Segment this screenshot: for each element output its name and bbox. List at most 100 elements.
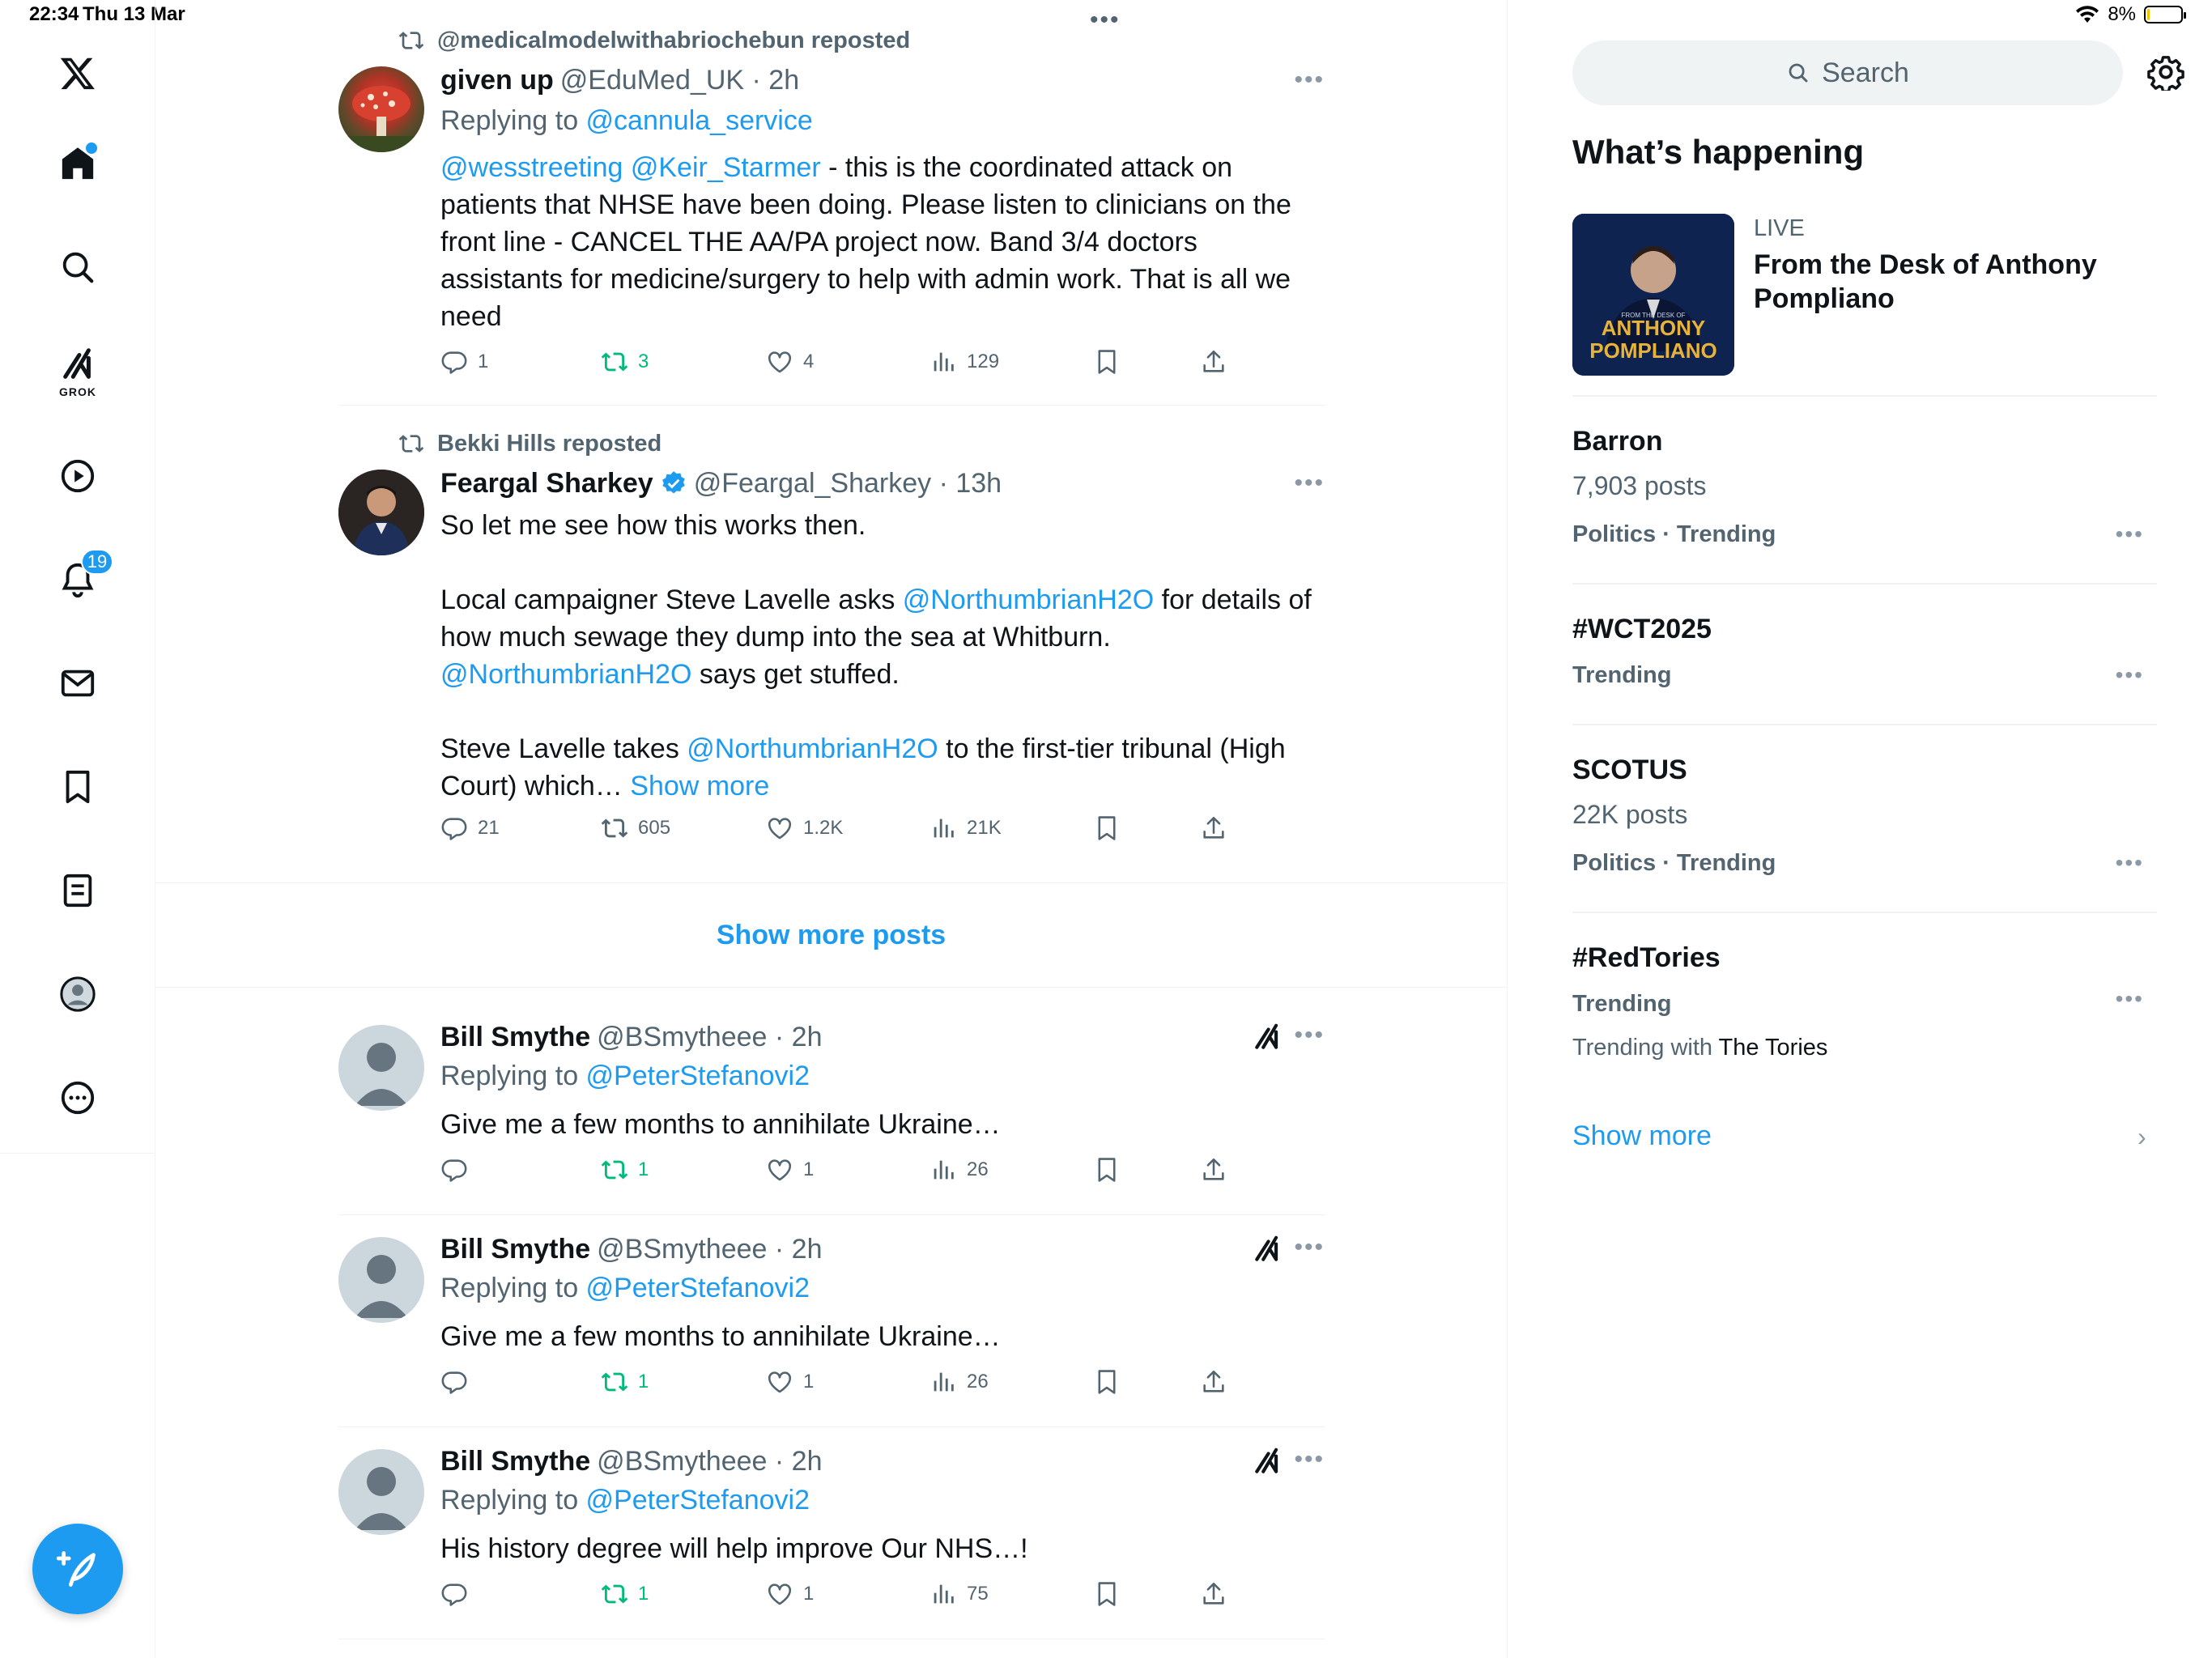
author-name[interactable]: Bill Smythe: [440, 1446, 590, 1477]
bookmarks-icon[interactable]: [45, 755, 110, 819]
avatar[interactable]: [338, 470, 424, 555]
like-button[interactable]: 1: [766, 1156, 814, 1184]
reply-tweet[interactable]: Bill Smythe @BSmytheee · 2h ••• Replying…: [338, 1443, 1325, 1621]
bookmark-button[interactable]: [1093, 1580, 1121, 1608]
more-icon[interactable]: [45, 1065, 110, 1130]
video-icon[interactable]: [45, 444, 110, 508]
reply-tweet[interactable]: Bill Smythe @BSmytheee · 2h ••• Replying…: [338, 1231, 1325, 1409]
bookmark-button[interactable]: [1093, 1368, 1121, 1396]
reply-target-link[interactable]: @PeterStefanovi2: [586, 1061, 810, 1091]
trend-category: Politics · Trending: [1572, 521, 1776, 547]
reply-tweet[interactable]: Bill Smythe @BSmytheee · 2h ••• Replying…: [338, 1018, 1325, 1197]
divider: [1572, 583, 2157, 585]
author-handle[interactable]: @BSmytheee · 2h: [597, 1234, 822, 1265]
trend-more-icon[interactable]: •••: [2116, 850, 2144, 876]
reply-target-link[interactable]: @PeterStefanovi2: [586, 1485, 810, 1516]
heart-icon: [768, 351, 792, 373]
lists-icon[interactable]: [45, 858, 110, 923]
like-button[interactable]: 1: [766, 1580, 814, 1608]
tweet-more-icon[interactable]: •••: [1294, 1446, 1325, 1473]
tweet[interactable]: Bekki Hills reposted Feargal Sharkey @Fe…: [338, 424, 1325, 861]
bookmark-button[interactable]: [1093, 1156, 1121, 1184]
trend-item[interactable]: #RedTories Trending ••• Trending with Th…: [1572, 942, 2157, 1072]
grok-explain-icon[interactable]: [1252, 1234, 1283, 1265]
notifications-icon[interactable]: 19: [45, 547, 113, 612]
profile-avatar-icon[interactable]: [45, 962, 110, 1027]
reply-button[interactable]: 1: [440, 348, 488, 376]
share-button[interactable]: [1200, 1580, 1227, 1608]
show-more-posts-button[interactable]: Show more posts: [155, 882, 1507, 988]
author-handle[interactable]: @BSmytheee · 2h: [597, 1446, 822, 1477]
live-event-card[interactable]: FROM THE DESK OF ANTHONY POMPLIANO LIVE …: [1572, 214, 2155, 376]
trend-item[interactable]: #WCT2025 Trending •••: [1572, 614, 2157, 711]
grok-explain-icon[interactable]: [1252, 1022, 1283, 1052]
like-button[interactable]: 1: [766, 1368, 814, 1396]
share-button[interactable]: [1200, 1156, 1227, 1184]
tweet-more-icon[interactable]: •••: [1294, 1022, 1325, 1049]
grok-icon[interactable]: GROK: [45, 337, 110, 406]
author-name[interactable]: Bill Smythe: [440, 1234, 590, 1265]
share-button[interactable]: [1200, 1368, 1227, 1396]
repost-button[interactable]: 3: [601, 348, 649, 376]
show-more-trends-link[interactable]: Show more: [1572, 1120, 1712, 1152]
share-button[interactable]: [1200, 348, 1227, 376]
trend-item[interactable]: SCOTUS 22K posts Politics · Trending •••: [1572, 755, 2157, 884]
search-input[interactable]: Search: [1572, 40, 2123, 105]
avatar[interactable]: [338, 66, 424, 152]
views-button[interactable]: 75: [929, 1580, 989, 1608]
mention-link[interactable]: @NorthumbrianH2O: [440, 659, 691, 690]
trend-with-topic[interactable]: The Tories: [1719, 1035, 1828, 1061]
grok-explain-icon[interactable]: [1252, 1446, 1283, 1477]
share-button[interactable]: [1200, 814, 1227, 842]
mention-link[interactable]: @wesstreeting: [440, 152, 623, 183]
avatar[interactable]: [338, 1237, 424, 1323]
reply-button[interactable]: 21: [440, 814, 500, 842]
x-logo-icon[interactable]: [45, 40, 110, 105]
trend-more-icon[interactable]: •••: [2116, 521, 2144, 547]
author-name[interactable]: Feargal Sharkey: [440, 468, 653, 500]
views-button[interactable]: 26: [929, 1368, 989, 1396]
avatar[interactable]: [338, 1449, 424, 1535]
home-icon[interactable]: [45, 131, 110, 196]
messages-icon[interactable]: [45, 651, 110, 716]
settings-gear-icon[interactable]: [2147, 53, 2184, 91]
repost-button[interactable]: 1: [601, 1156, 649, 1184]
mention-link[interactable]: @NorthumbrianH2O: [687, 733, 938, 764]
bookmark-icon: [1098, 1158, 1116, 1182]
author-handle[interactable]: @EduMed_UK · 2h: [560, 65, 799, 96]
trend-item[interactable]: Barron 7,903 posts Politics · Trending •…: [1572, 426, 2157, 555]
like-button[interactable]: 4: [766, 348, 814, 376]
repost-button[interactable]: 1: [601, 1368, 649, 1396]
tweet[interactable]: @medicalmodelwithabriochebun reposted gi…: [338, 21, 1325, 402]
views-button[interactable]: 26: [929, 1156, 989, 1184]
author-handle[interactable]: @BSmytheee · 2h: [597, 1022, 822, 1053]
like-count: 1.2K: [803, 817, 844, 839]
bookmark-button[interactable]: [1093, 814, 1121, 842]
reply-button[interactable]: [440, 1368, 468, 1396]
reply-button[interactable]: [440, 1580, 468, 1608]
views-button[interactable]: 21K: [929, 814, 1002, 842]
tweet-more-icon[interactable]: •••: [1294, 470, 1325, 497]
views-count: 129: [967, 351, 1000, 372]
tweet-more-icon[interactable]: •••: [1294, 66, 1325, 94]
mention-link[interactable]: @Keir_Starmer: [631, 152, 821, 183]
tweet-more-icon[interactable]: •••: [1294, 1234, 1325, 1261]
bookmark-button[interactable]: [1093, 348, 1121, 376]
mention-link[interactable]: @NorthumbrianH2O: [903, 585, 1154, 615]
trend-more-icon[interactable]: •••: [2116, 986, 2144, 1012]
author-name[interactable]: given up: [440, 65, 554, 96]
author-handle[interactable]: @Feargal_Sharkey · 13h: [694, 468, 1002, 500]
repost-button[interactable]: 605: [601, 814, 670, 842]
search-nav-icon[interactable]: [45, 235, 110, 300]
reply-target-link[interactable]: @PeterStefanovi2: [586, 1273, 810, 1303]
views-button[interactable]: 129: [929, 348, 999, 376]
reply-target-link[interactable]: @cannula_service: [586, 105, 813, 136]
author-name[interactable]: Bill Smythe: [440, 1022, 590, 1053]
show-more-link[interactable]: Show more: [630, 771, 769, 801]
like-button[interactable]: 1.2K: [766, 814, 843, 842]
reply-button[interactable]: [440, 1156, 468, 1184]
trend-more-icon[interactable]: •••: [2116, 662, 2144, 688]
avatar[interactable]: [338, 1025, 424, 1111]
compose-post-button[interactable]: [32, 1524, 123, 1614]
repost-button[interactable]: 1: [601, 1580, 649, 1608]
